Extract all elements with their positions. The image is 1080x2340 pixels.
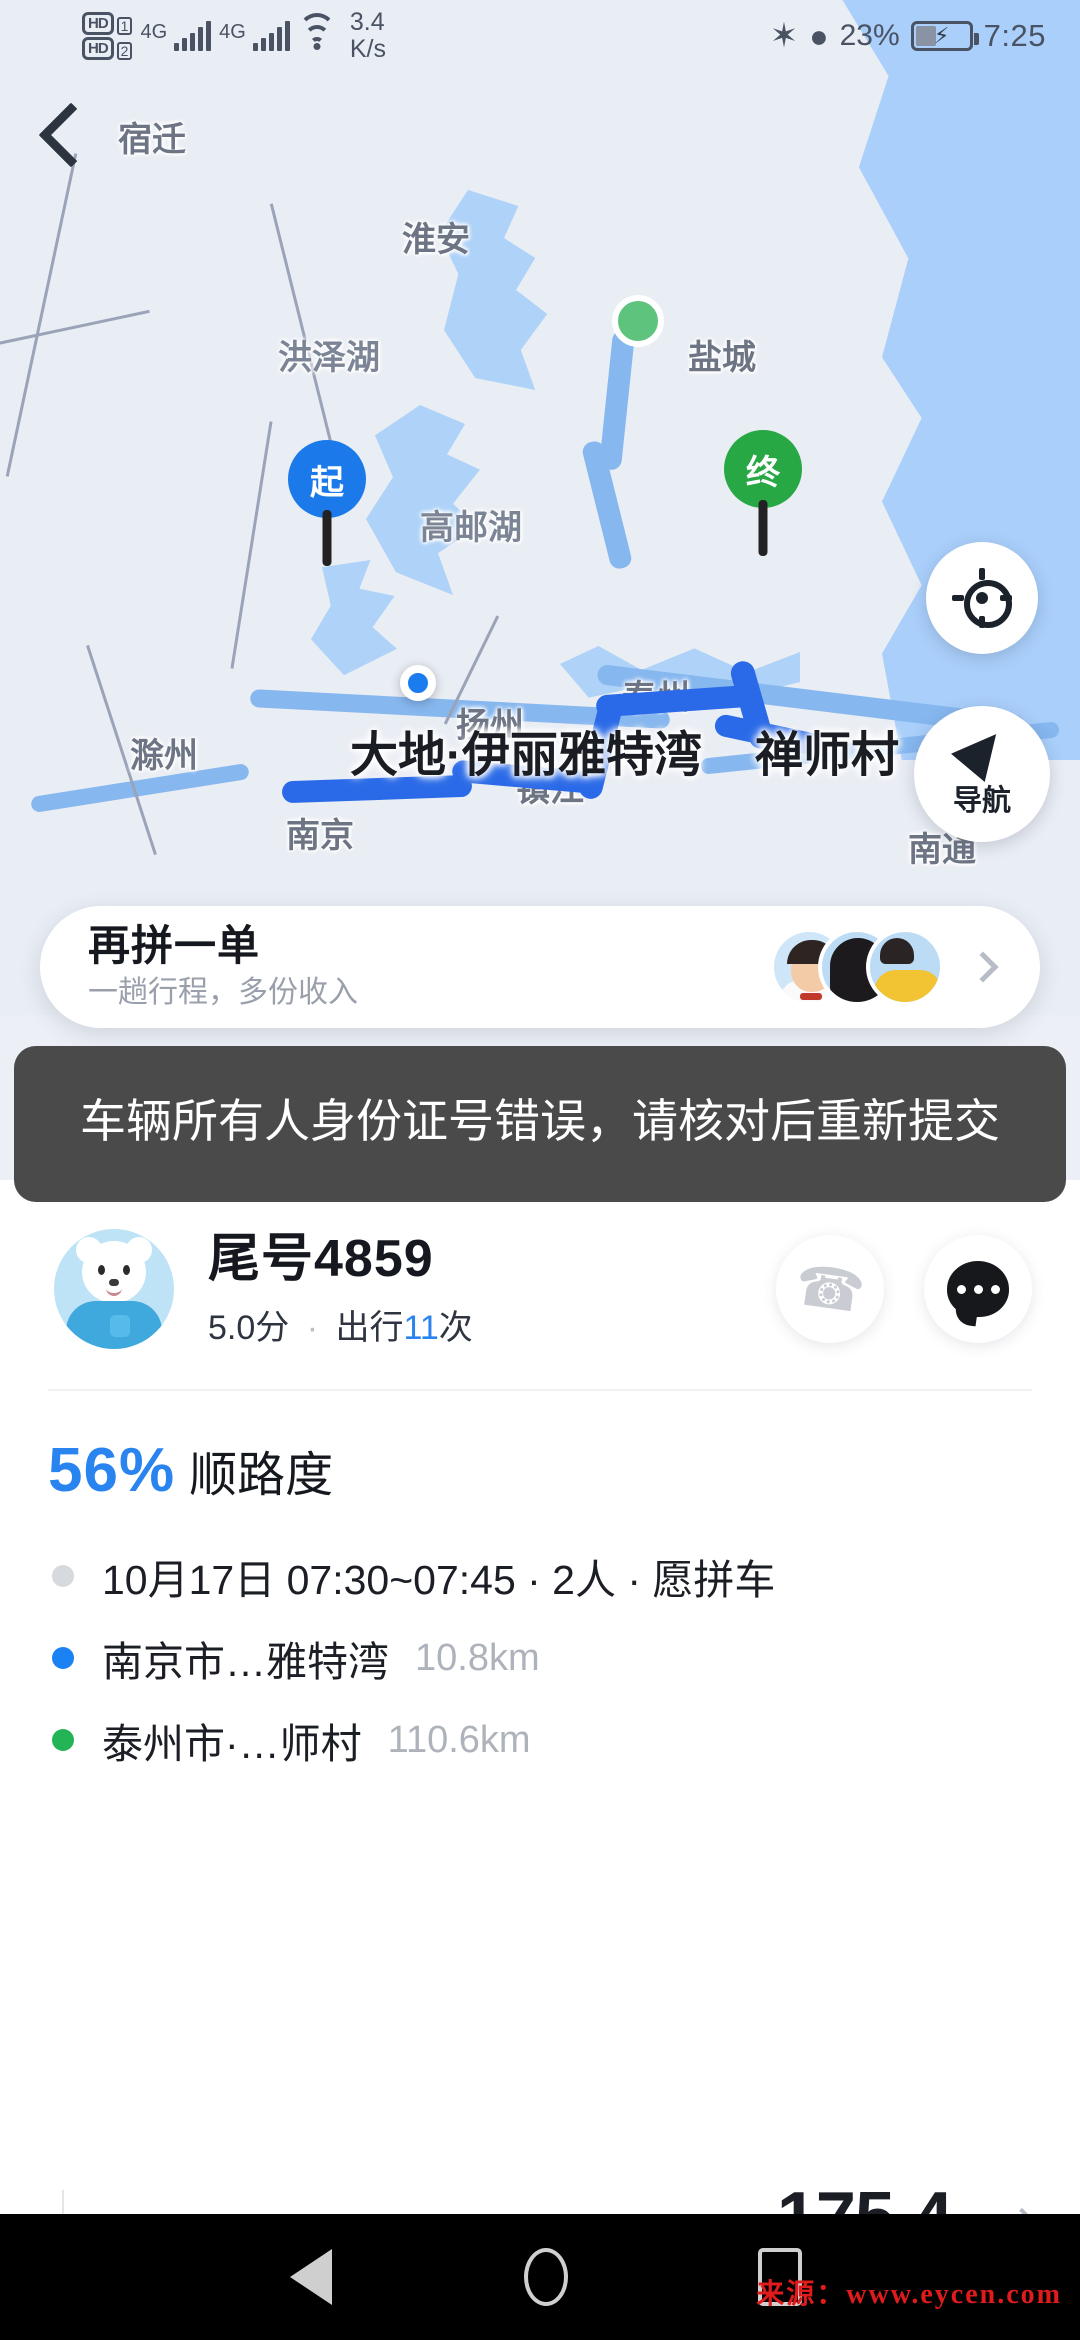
signal-bars-icon [174,21,212,51]
android-navigation-bar: 来源：www.eycen.com [0,2214,1080,2340]
match-rate-percent: 56% [48,1436,176,1505]
watermark: 来源：www.eycen.com [756,2279,1062,2310]
trip-origin-distance: 10.8km [415,1636,540,1679]
navigation-button[interactable]: 导航 [914,706,1050,842]
map-city-label: 宿迁 [118,121,186,159]
order-detail-sheet: 尾号4859 5.0分 · 出行11次 ☎ 56% 顺路度 10月17日 07:… [0,1180,1080,2254]
status-bar: HD 1 HD 2 4G 4G 3.4 K/s ✶ ● 23% ⚡ 7:25 [0,0,1080,72]
call-button[interactable]: ☎ [776,1234,884,1343]
network-type-label: 4G [219,21,246,43]
hd-icon: HD [82,37,114,60]
match-rate-row: 56% 顺路度 [0,1391,1080,1506]
trips-prefix: 出行 [335,1309,404,1347]
battery-percent-label: 23% [839,19,900,52]
network-speed-value: 3.4 [349,8,385,36]
android-back-icon[interactable] [290,2249,332,2305]
map-canvas[interactable]: 宿迁 淮安 洪泽湖 盐城 高邮湖 扬州 泰州 镇江 南京 滁州 南通 起 终 大… [0,0,1080,1015]
start-place-label: 大地·伊丽雅特湾 [350,729,702,782]
wifi-icon [297,13,336,51]
navigation-button-label: 导航 [952,785,1011,817]
status-bar-right: ✶ ● 23% ⚡ 7:25 [770,16,1046,56]
status-bar-clock: 7:25 [983,18,1046,53]
map-city-label: 滁州 [130,737,198,775]
trip-schedule: 10月17日 07:30~07:45 · 2人 · 愿拼车 [102,1557,776,1603]
signal-sim2: 4G [219,21,290,51]
chat-bubble-icon [947,1260,1009,1326]
bluetooth-icon: ✶ [769,17,799,55]
origin-bullet-icon [52,1647,74,1669]
signal-sim1: 4G [140,21,212,51]
sim2-label: 2 [116,42,133,60]
map-city-label: 盐城 [688,339,756,377]
phone-screen: 宿迁 淮安 洪泽湖 盐城 高邮湖 扬州 泰州 镇江 南京 滁州 南通 起 终 大… [0,0,1080,2340]
sea-area [842,0,1080,760]
signal-bars-icon [252,21,290,51]
start-pin[interactable]: 起 [288,440,366,518]
trip-destination-distance: 110.6km [387,1718,531,1761]
trip-origin: 南京市…雅特湾 [102,1639,389,1685]
trips-count: 11 [403,1309,439,1347]
driver-info: 尾号4859 5.0分 · 出行11次 [208,1228,473,1349]
back-chevron-icon[interactable] [38,102,104,168]
province-border [269,203,334,447]
driver-actions: ☎ [776,1234,1032,1343]
driver-name: 尾号4859 [208,1230,434,1288]
volte-indicators: HD 1 HD 2 [82,12,133,60]
phone-icon: ☎ [791,1251,869,1325]
trip-origin-row: 南京市…雅特湾 10.8km [52,1628,1080,1688]
province-border [5,153,78,477]
trip-schedule-row: 10月17日 07:30~07:45 · 2人 · 愿拼车 [52,1546,1080,1606]
error-toast: 车辆所有人身份证号错误，请核对后重新提交 [14,1046,1066,1202]
sim1-label: 1 [116,17,133,35]
river-shape [580,439,634,571]
navigation-arrow-icon [951,720,1013,782]
trip-destination: 泰州市·…师村 [102,1721,362,1767]
network-speed-unit: K/s [349,35,386,63]
android-home-icon[interactable] [524,2248,568,2306]
driver-rating: 5.0分 [208,1309,290,1347]
chevron-right-icon [967,951,999,983]
map-lake-label: 洪泽湖 [278,339,380,377]
repin-avatar-group [770,928,944,1006]
network-type-label: 4G [140,21,168,43]
status-bar-left: HD 1 HD 2 4G 4G 3.4 K/s [82,9,386,63]
map-city-label: 淮安 [402,221,470,259]
end-pin[interactable]: 终 [724,430,802,508]
repin-card-subtitle: 一趟行程，多份收入 [88,976,358,1009]
trip-destination-row: 泰州市·…师村 110.6km [52,1710,1080,1770]
message-button[interactable] [924,1234,1032,1343]
lake-shape [311,560,397,676]
repin-card[interactable]: 再拼一单 一趟行程，多份收入 [40,906,1040,1028]
battery-icon: ⚡ [910,21,979,51]
map-city-label: 南京 [286,817,354,855]
repin-card-title: 再拼一单 [88,922,261,969]
current-location-dot [400,665,436,701]
locate-icon [952,568,1012,628]
charging-bolt-icon: ⚡ [933,23,950,48]
trip-details[interactable]: 10月17日 07:30~07:45 · 2人 · 愿拼车 南京市…雅特湾 10… [0,1506,1080,1770]
driver-stats: 5.0分 · 出行11次 [208,1300,473,1349]
province-border [0,309,150,351]
network-speed: 3.4 K/s [350,9,386,63]
separator-dot: · [306,1309,319,1347]
schedule-bullet-icon [52,1565,74,1587]
trips-suffix: 次 [438,1309,473,1347]
location-icon: ● [809,17,829,54]
map-lake-label: 高邮湖 [420,509,522,547]
passenger-avatar [866,928,944,1006]
avatar[interactable] [54,1228,174,1349]
driver-row: 尾号4859 5.0分 · 出行11次 ☎ [0,1180,1080,1349]
repin-card-text: 再拼一单 一趟行程，多份收入 [88,921,358,1013]
end-place-label: 禅师村 [755,729,900,782]
hd-icon: HD [82,12,114,35]
match-rate-label: 顺路度 [189,1449,334,1502]
waypoint-marker [612,295,664,347]
destination-bullet-icon [52,1729,74,1751]
province-border [230,421,273,669]
locate-button[interactable] [926,542,1038,654]
